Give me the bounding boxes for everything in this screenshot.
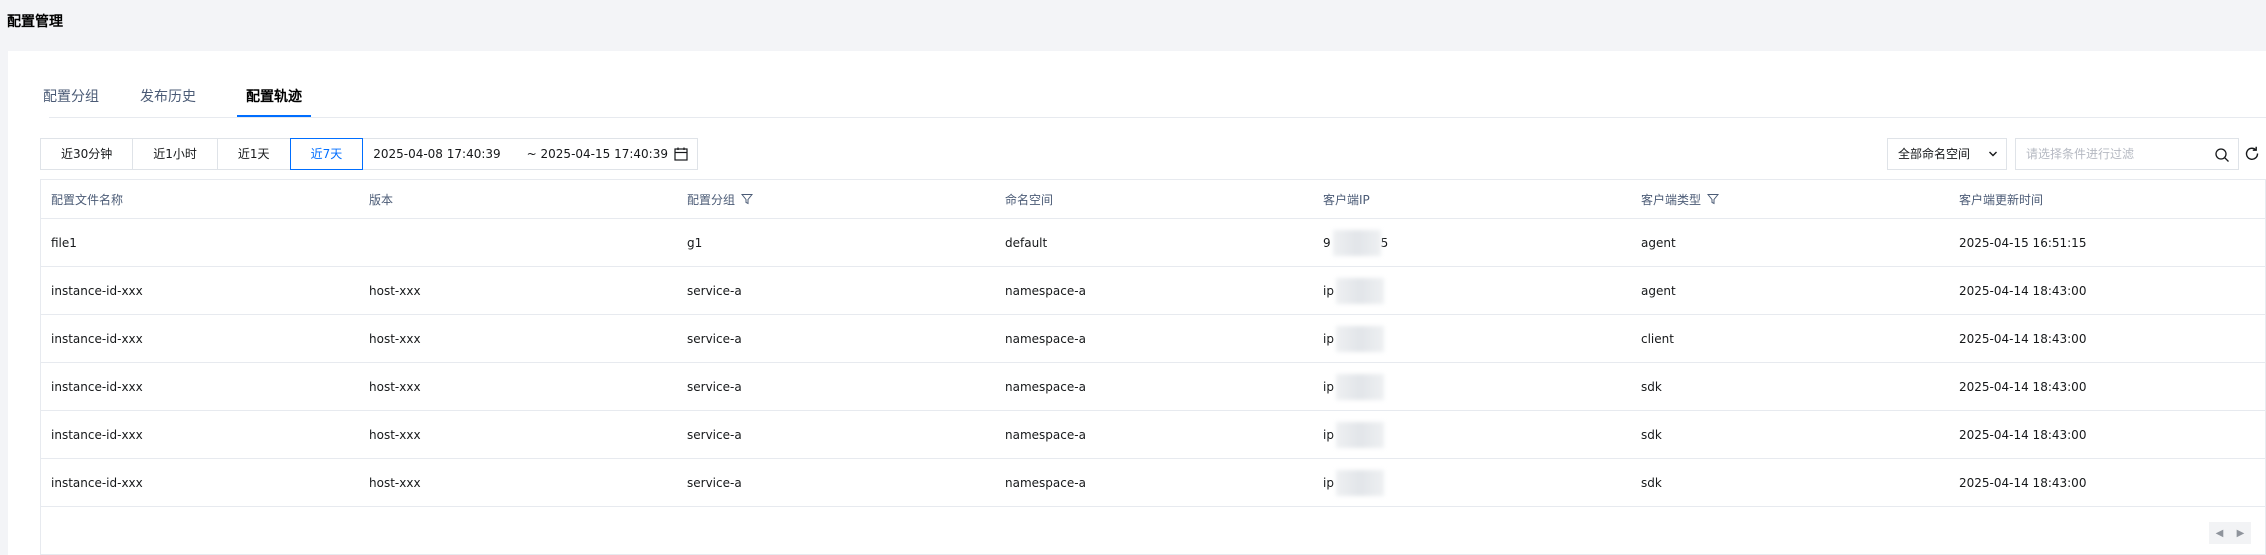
cell-updated: 2025-04-14 18:43:00	[1959, 283, 2087, 298]
time-range-picker: 近30分钟 近1小时 近1天 近7天 2025-04-08 17:40:39 ~…	[40, 138, 699, 170]
cell-client-ip: ip	[1323, 315, 1384, 362]
filter-search-placeholder: 请选择条件进行过滤	[2026, 147, 2135, 161]
redacted-ip	[1332, 229, 1381, 256]
cell-group: service-a	[687, 283, 742, 298]
cell-version: host-xxx	[369, 283, 421, 298]
cell-client-type: agent	[1641, 283, 1676, 298]
cell-client-type: sdk	[1641, 475, 1662, 490]
cell-version: host-xxx	[369, 427, 421, 442]
cell-file: instance-id-xxx	[51, 475, 143, 490]
cell-namespace: namespace-a	[1005, 427, 1086, 442]
cell-client-ip: ip	[1323, 363, 1384, 410]
table-row: instance-id-xxx host-xxx service-a names…	[41, 315, 2265, 363]
cell-client-ip-prefix: ip	[1323, 331, 1334, 346]
cell-namespace: namespace-a	[1005, 283, 1086, 298]
cell-client-ip-prefix: 9	[1323, 235, 1331, 250]
range-7day-button[interactable]: 近7天	[289, 138, 364, 170]
redacted-ip	[1335, 421, 1384, 448]
column-header-client-type: 客户端类型	[1641, 180, 1720, 218]
cell-client-ip: ip	[1323, 267, 1384, 314]
tab-config-groups[interactable]: 配置分组	[34, 81, 108, 117]
cell-file: instance-id-xxx	[51, 331, 143, 346]
cell-group: service-a	[687, 427, 742, 442]
cell-namespace: namespace-a	[1005, 379, 1086, 394]
column-header-updated: 客户端更新时间	[1959, 192, 2044, 207]
cell-file: instance-id-xxx	[51, 379, 143, 394]
cell-updated: 2025-04-14 18:43:00	[1959, 475, 2087, 490]
cell-updated: 2025-04-14 18:43:00	[1959, 427, 2087, 442]
cell-version: host-xxx	[369, 379, 421, 394]
table-row: file1 g1 default 9 5 agent 2025-04-15 16…	[41, 219, 2265, 267]
cell-namespace: namespace-a	[1005, 331, 1086, 346]
cell-client-ip-prefix: ip	[1323, 283, 1334, 298]
column-header-client-ip: 客户端IP	[1323, 192, 1370, 207]
filter-icon[interactable]	[1707, 193, 1720, 205]
range-1day-button[interactable]: 近1天	[217, 139, 291, 169]
cell-updated: 2025-04-14 18:43:00	[1959, 379, 2087, 394]
cell-namespace: default	[1005, 235, 1048, 250]
refresh-icon[interactable]	[2243, 145, 2261, 163]
horizontal-scroll-controls: ◀ ▶	[2209, 522, 2251, 544]
cell-group: service-a	[687, 331, 742, 346]
table-header: 配置文件名称 版本 配置分组 命名空间 客户端IP 客户端类型 客户端更新时间	[41, 180, 2265, 219]
column-header-namespace: 命名空间	[1005, 192, 1054, 207]
column-header-version: 版本	[369, 192, 394, 207]
tab-config-trace[interactable]: 配置轨迹	[237, 81, 311, 117]
cell-client-type: client	[1641, 331, 1674, 346]
cell-group: service-a	[687, 379, 742, 394]
column-header-client-type-label: 客户端类型	[1641, 192, 1702, 207]
cell-group: g1	[687, 235, 703, 250]
filter-search-input[interactable]: 请选择条件进行过滤	[2015, 138, 2239, 170]
page-header: 配置管理	[0, 0, 2266, 48]
cell-updated: 2025-04-14 18:43:00	[1959, 331, 2087, 346]
cell-client-type: agent	[1641, 235, 1676, 250]
column-header-file: 配置文件名称	[51, 192, 124, 207]
cell-client-ip-prefix: ip	[1323, 427, 1334, 442]
redacted-ip	[1335, 325, 1384, 352]
cell-version: host-xxx	[369, 475, 421, 490]
date-range-end: ~ 2025-04-15 17:40:39	[526, 147, 668, 161]
date-range-start: 2025-04-08 17:40:39	[373, 147, 501, 161]
cell-client-ip-prefix: ip	[1323, 379, 1334, 394]
filter-icon[interactable]	[741, 193, 754, 205]
column-header-group-label: 配置分组	[687, 192, 736, 207]
cell-client-type: sdk	[1641, 379, 1662, 394]
chevron-down-icon	[1989, 151, 1997, 157]
cell-client-type: sdk	[1641, 427, 1662, 442]
table-row: instance-id-xxx host-xxx service-a names…	[41, 363, 2265, 411]
cell-version: host-xxx	[369, 331, 421, 346]
tab-publish-history[interactable]: 发布历史	[131, 81, 205, 117]
calendar-icon[interactable]	[673, 146, 689, 162]
table-row: instance-id-xxx host-xxx service-a names…	[41, 267, 2265, 315]
cell-client-ip: 9 5	[1323, 219, 1388, 266]
search-icon[interactable]	[2214, 147, 2230, 163]
cell-file: file1	[51, 235, 77, 250]
cell-namespace: namespace-a	[1005, 475, 1086, 490]
namespace-select[interactable]: 全部命名空间	[1887, 138, 2007, 170]
cell-file: instance-id-xxx	[51, 427, 143, 442]
cell-client-ip-suffix: 5	[1380, 235, 1389, 250]
cell-file: instance-id-xxx	[51, 283, 143, 298]
column-header-group: 配置分组	[687, 180, 754, 218]
cell-client-ip-prefix: ip	[1323, 475, 1334, 490]
range-1hour-button[interactable]: 近1小时	[133, 139, 218, 169]
redacted-ip	[1335, 277, 1384, 304]
redacted-ip	[1335, 469, 1384, 496]
scroll-left-icon[interactable]: ◀	[2216, 528, 2224, 539]
cell-group: service-a	[687, 475, 742, 490]
cell-client-ip: ip	[1323, 411, 1384, 458]
tab-bar: 配置分组 发布历史 配置轨迹	[43, 81, 2266, 118]
cell-updated: 2025-04-15 16:51:15	[1959, 235, 2087, 250]
scroll-right-icon[interactable]: ▶	[2237, 528, 2245, 539]
cell-client-ip: ip	[1323, 459, 1384, 506]
page-title: 配置管理	[7, 14, 63, 30]
config-trace-table: 配置文件名称 版本 配置分组 命名空间 客户端IP 客户端类型 客户端更新时间 …	[40, 179, 2266, 555]
date-range-input[interactable]: 2025-04-08 17:40:39 ~ 2025-04-15 17:40:3…	[363, 139, 697, 169]
range-30min-button[interactable]: 近30分钟	[41, 139, 134, 169]
redacted-ip	[1335, 373, 1384, 400]
namespace-select-value: 全部命名空间	[1898, 147, 1971, 161]
table-row: instance-id-xxx host-xxx service-a names…	[41, 411, 2265, 459]
table-row: instance-id-xxx host-xxx service-a names…	[41, 459, 2265, 507]
